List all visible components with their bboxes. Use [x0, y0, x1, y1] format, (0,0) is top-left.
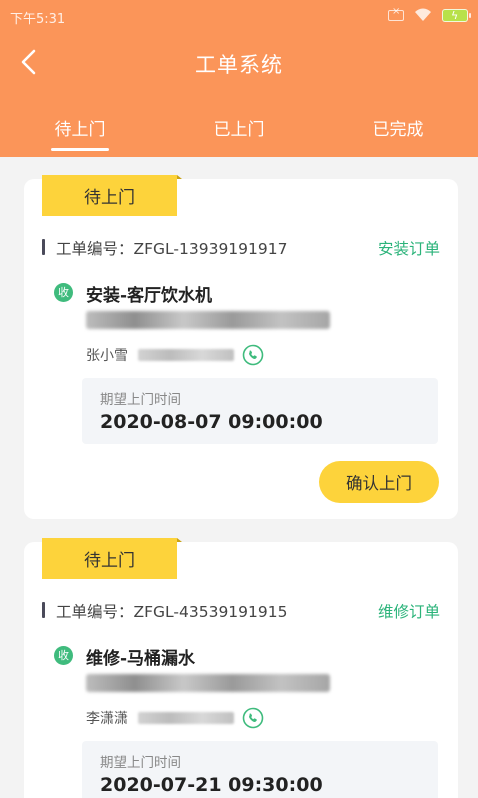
order-number-marker: [42, 602, 45, 618]
receive-icon: 收: [54, 283, 73, 302]
active-tab-indicator: [51, 148, 109, 151]
battery-icon: ϟ: [442, 8, 471, 22]
status-badge-label: 待上门: [84, 188, 135, 208]
service-title: 维修-马桶漏水: [86, 649, 196, 669]
order-type: 安装订单: [377, 240, 440, 258]
phone-call-icon[interactable]: [242, 344, 264, 366]
service-title: 安装-客厅饮水机: [86, 286, 213, 306]
order-number: 工单编号：ZFGL-13939191917: [56, 240, 288, 258]
status-badge: 待上门: [42, 175, 182, 216]
confirm-visit-button[interactable]: 确认上门: [319, 461, 439, 503]
page-title: 工单系统: [195, 53, 283, 77]
status-badge: 待上门: [42, 538, 182, 579]
tab-bar: 待上门 已上门 已完成: [0, 110, 478, 157]
status-time: 下午5:31: [10, 12, 66, 27]
receive-icon: 收: [54, 646, 73, 665]
status-bar: 下午5:31 ϟ: [0, 0, 478, 32]
expected-time-box: 期望上门时间 2020-07-21 09:30:00: [82, 741, 438, 798]
order-number: 工单编号：ZFGL-43539191915: [56, 603, 288, 621]
address-blurred: [86, 311, 330, 329]
phone-number-blurred: [138, 712, 234, 724]
order-type: 维修订单: [377, 603, 440, 621]
tab-completed[interactable]: 已完成: [343, 115, 453, 140]
order-number-marker: [42, 239, 45, 255]
order-card[interactable]: 待上门 工单编号：ZFGL-43539191915 维修订单 收 维修-马桶漏水…: [24, 538, 458, 798]
phone-number-blurred: [138, 349, 234, 361]
expected-time-box: 期望上门时间 2020-08-07 09:00:00: [82, 378, 438, 444]
tab-pending-visit[interactable]: 待上门: [25, 115, 135, 140]
order-card[interactable]: 待上门 工单编号：ZFGL-13939191917 安装订单 收 安装-客厅饮水…: [24, 175, 458, 519]
expected-time-label: 期望上门时间: [100, 755, 181, 771]
contact-name: 张小雪: [86, 348, 128, 364]
expected-time-value: 2020-08-07 09:00:00: [100, 411, 323, 433]
expected-time-label: 期望上门时间: [100, 392, 181, 408]
status-badge-label: 待上门: [84, 551, 135, 571]
no-sim-icon: [388, 6, 404, 21]
contact-name: 李潇潇: [86, 711, 128, 727]
header: 下午5:31 ϟ 工单系统 待上门 已上门 已完成: [0, 0, 478, 157]
phone-call-icon[interactable]: [242, 707, 264, 729]
wifi-icon: [415, 8, 431, 21]
expected-time-value: 2020-07-21 09:30:00: [100, 774, 323, 796]
address-blurred: [86, 674, 330, 692]
tab-visited[interactable]: 已上门: [184, 115, 294, 140]
